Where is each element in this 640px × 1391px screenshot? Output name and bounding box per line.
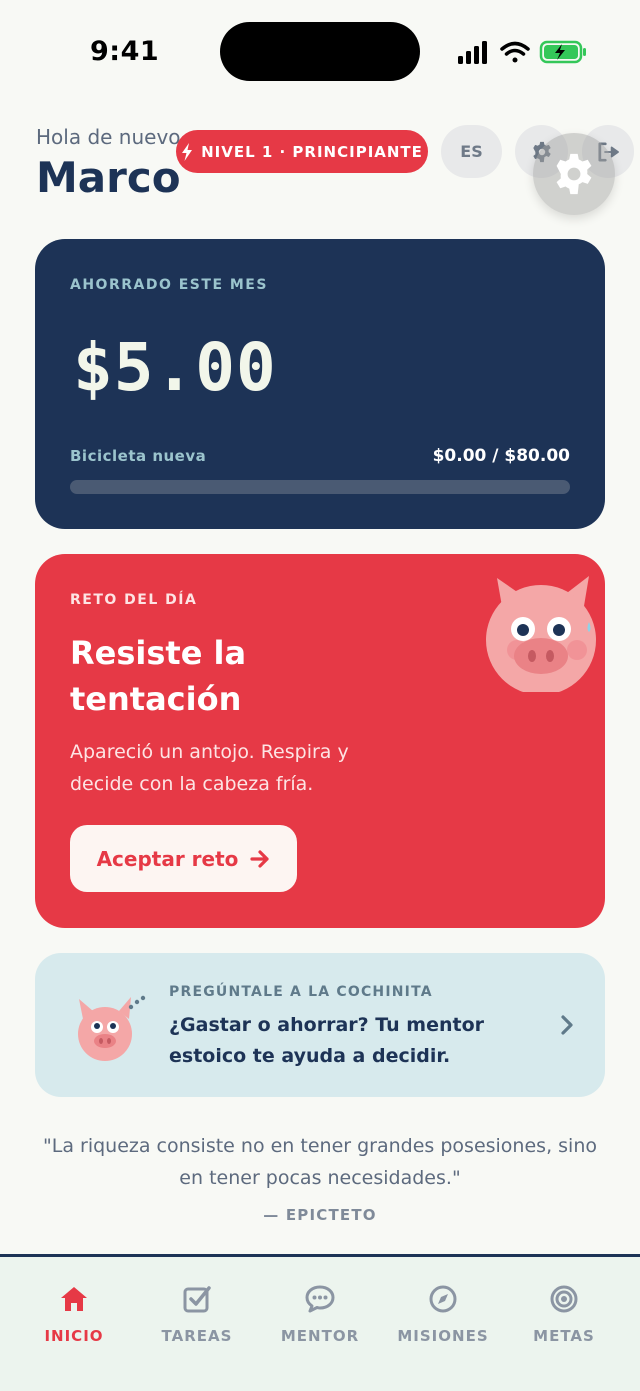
lightning-icon	[182, 142, 193, 161]
level-badge: NIVEL 1 · PRINCIPIANTE	[176, 130, 428, 173]
chat-bubble-icon	[304, 1283, 336, 1315]
nav-item-label: TAREAS	[161, 1327, 233, 1345]
chevron-right-icon	[561, 1015, 573, 1035]
greeting: Hola de nuevo	[36, 125, 181, 149]
quote-text: "La riqueza consiste no en tener grandes…	[43, 1135, 597, 1189]
nav-item-label: INICIO	[44, 1327, 104, 1345]
goal-progress-bar	[70, 480, 570, 494]
bottom-nav: INICIO TAREAS MENTOR MISIONES METAS	[0, 1254, 640, 1391]
accept-challenge-label: Aceptar reto	[96, 846, 239, 871]
pig-mentor-icon	[78, 995, 146, 1061]
mentor-text: ¿Gastar o ahorrar? Tu mentor estoico te …	[169, 1014, 485, 1067]
gear-icon	[556, 153, 592, 195]
pig-mascot-icon	[486, 576, 596, 692]
goal-progress-text: $0.00 / $80.00	[432, 446, 570, 466]
arrow-right-icon	[250, 849, 270, 868]
nav-item-metas[interactable]: METAS	[500, 1283, 628, 1353]
battery-icon	[539, 40, 586, 64]
status-icons	[458, 40, 586, 64]
nav-item-label: MISIONES	[397, 1327, 489, 1345]
challenge-label: RETO DEL DÍA	[70, 592, 198, 608]
nav-item-misiones[interactable]: MISIONES	[379, 1283, 507, 1353]
language-button[interactable]: ES	[441, 125, 502, 178]
home-icon	[58, 1283, 90, 1315]
user-name: Marco	[36, 153, 181, 202]
mentor-card[interactable]: PREGÚNTALE A LA COCHINITA ¿Gastar o ahor…	[35, 953, 605, 1097]
challenge-description: Apareció un antojo. Respira y decide con…	[70, 741, 349, 795]
nav-item-inicio[interactable]: INICIO	[10, 1283, 138, 1353]
checkbox-icon	[181, 1283, 213, 1315]
status-time: 9:41	[90, 36, 160, 67]
daily-challenge-card: RETO DEL DÍA Resiste la tentación Aparec…	[35, 554, 605, 928]
nav-item-tareas[interactable]: TAREAS	[133, 1283, 261, 1353]
language-label: ES	[460, 142, 483, 161]
dynamic-island	[220, 22, 420, 81]
accept-challenge-button[interactable]: Aceptar reto	[70, 825, 297, 892]
level-badge-label: NIVEL 1 · PRINCIPIANTE	[201, 142, 423, 161]
goal-name: Bicicleta nueva	[70, 447, 207, 465]
quote-author: — EPICTETO	[263, 1206, 377, 1224]
nav-item-mentor[interactable]: MENTOR	[256, 1283, 384, 1353]
signal-icon	[458, 41, 487, 64]
nav-item-label: MENTOR	[280, 1327, 360, 1345]
floating-settings-button[interactable]	[533, 133, 615, 215]
challenge-title: Resiste la tentación	[70, 634, 247, 718]
savings-card: AHORRADO ESTE MES $5.00 Bicicleta nueva …	[35, 239, 605, 529]
compass-icon	[427, 1283, 459, 1315]
nav-item-label: METAS	[533, 1327, 595, 1345]
status-bar: 9:41	[0, 0, 640, 104]
target-icon	[548, 1283, 580, 1315]
wifi-icon	[500, 41, 530, 63]
mentor-label: PREGÚNTALE A LA COCHINITA	[169, 984, 433, 1000]
savings-label: AHORRADO ESTE MES	[70, 277, 268, 293]
savings-amount: $5.00	[73, 329, 277, 406]
